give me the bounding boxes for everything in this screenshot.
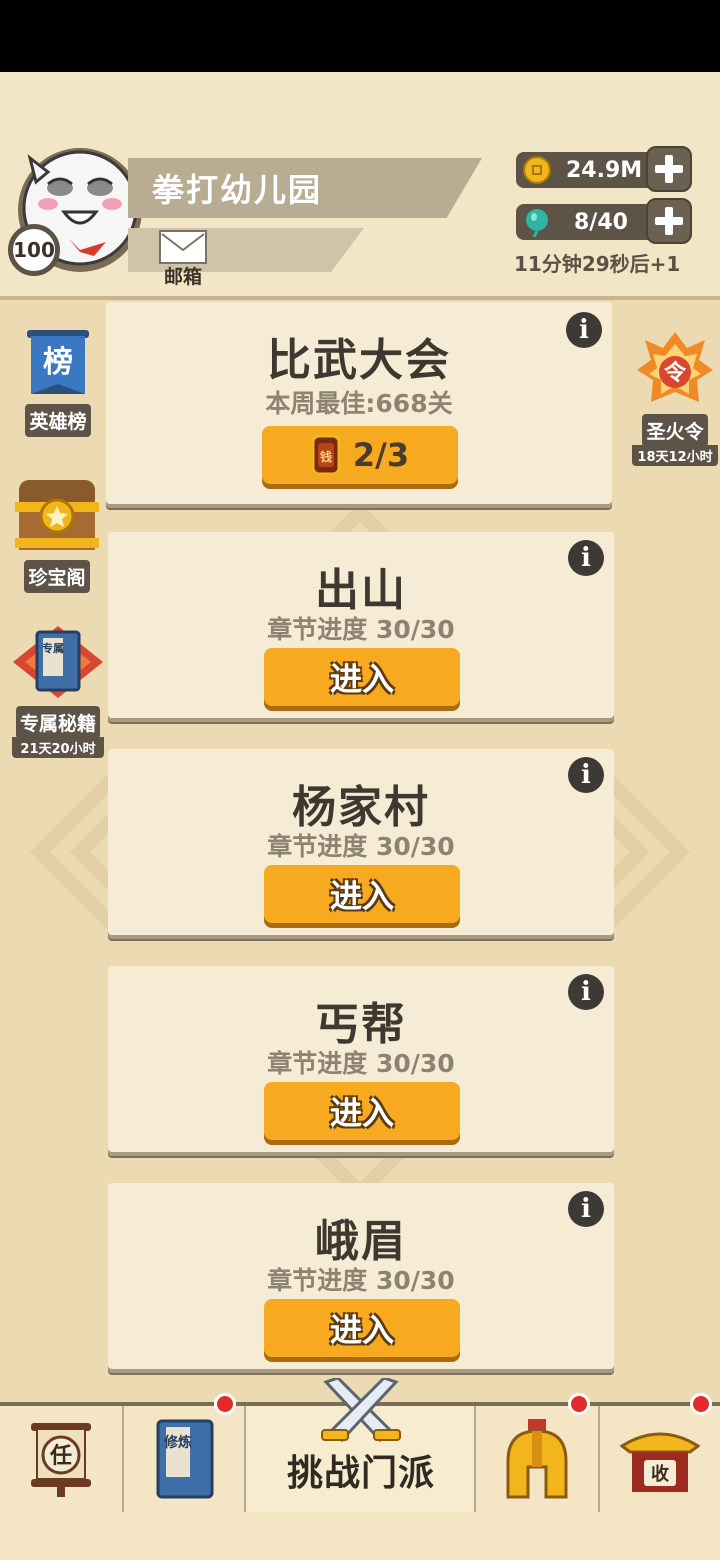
card-subtitle: 章节进度 30/30 — [267, 832, 455, 861]
coin-token-icon: 钱 — [311, 434, 341, 476]
coin-icon — [523, 156, 551, 184]
tournament-attempts-button[interactable]: 钱 2/3 — [262, 426, 458, 484]
stamina-value: 8/40 — [574, 209, 628, 235]
player-name-banner: 拳打幼儿园 — [128, 158, 482, 218]
card-subtitle: 章节进度 30/30 — [267, 615, 455, 644]
enter-button[interactable]: 进入 — [264, 865, 460, 923]
notification-badge — [690, 1393, 712, 1415]
info-button[interactable]: i — [568, 540, 604, 576]
mail-button[interactable]: 邮箱 — [156, 230, 210, 288]
ranking-glyph: 榜 — [43, 345, 73, 380]
player-level-badge: 100 — [8, 224, 60, 276]
plus-icon — [655, 155, 683, 183]
add-coins-button[interactable] — [646, 146, 692, 192]
card-title: 出山 — [315, 565, 407, 616]
card-subtitle: 章节进度 30/30 — [267, 1266, 455, 1295]
cultivate-glyph: 修炼 — [163, 1434, 192, 1451]
treasure-pavilion-label: 珍宝阁 — [24, 560, 90, 593]
task-scroll-icon: 任 — [31, 1423, 91, 1497]
token-glyph: 钱 — [320, 449, 332, 464]
notification-badge — [214, 1393, 236, 1415]
treasure-chest-icon — [15, 480, 99, 550]
hero-ranking-button[interactable]: 榜 英雄榜 — [14, 328, 102, 437]
crossed-swords-icon — [321, 1378, 401, 1443]
chapter-card: 丐帮 章节进度 30/30 i 进入 — [108, 966, 614, 1152]
game-screen: 100 拳打幼儿园 邮箱 24.9M 8/40 11分钟29秒后+1 榜 英雄榜… — [0, 72, 720, 1560]
collect-glyph: 收 — [651, 1463, 669, 1485]
nav-cultivate[interactable]: 修炼 — [124, 1406, 246, 1512]
nav-collect[interactable]: 收 — [600, 1406, 720, 1512]
holy-fire-order-button[interactable]: 令 圣火令 18天12小时 — [632, 330, 718, 466]
coins-display: 24.9M — [516, 152, 656, 188]
secret-book-icon: 专属 — [13, 626, 103, 698]
stamina-display: 8/40 — [516, 204, 656, 240]
holy-fire-order-label: 圣火令 — [642, 414, 708, 447]
holy-fire-order-icon: 令 — [637, 332, 713, 402]
treasure-pavilion-button[interactable]: 珍宝阁 — [12, 472, 102, 593]
bottom-safe-area — [0, 1512, 720, 1560]
mail-label: 邮箱 — [163, 266, 202, 288]
chapter-card: 出山 章节进度 30/30 i 进入 — [108, 532, 614, 718]
card-title: 杨家村 — [292, 782, 430, 833]
coins-value: 24.9M — [566, 157, 643, 183]
card-title: 丐帮 — [315, 999, 407, 1050]
exclusive-manual-label: 专属秘籍 — [15, 706, 100, 739]
card-subtitle: 本周最佳:668关 — [265, 389, 453, 418]
card-title: 峨眉 — [315, 1216, 407, 1267]
enter-button[interactable]: 进入 — [264, 1299, 460, 1357]
envelope-icon — [159, 230, 207, 264]
info-button[interactable]: i — [566, 312, 602, 348]
enter-button[interactable]: 进入 — [264, 1082, 460, 1140]
cultivate-book-icon: 修炼 — [156, 1419, 214, 1499]
task-glyph: 任 — [49, 1443, 72, 1469]
chapter-card: 峨眉 章节进度 30/30 i 进入 — [108, 1183, 614, 1369]
holy-fire-glyph: 令 — [664, 360, 687, 386]
info-button[interactable]: i — [568, 974, 604, 1010]
stamina-timer: 11分钟29秒后+1 — [514, 252, 681, 276]
card-subtitle: 章节进度 30/30 — [267, 1049, 455, 1078]
holy-fire-order-timer: 18天12小时 — [632, 445, 718, 466]
tournament-attempts: 2/3 — [352, 436, 410, 474]
tournament-card: 比武大会 本周最佳:668关 i 钱 2/3 — [106, 302, 612, 504]
nav-task[interactable]: 任 — [0, 1406, 124, 1512]
chapter-card: 杨家村 章节进度 30/30 i 进入 — [108, 749, 614, 935]
collect-house-icon: 收 — [620, 1432, 700, 1492]
exclusive-manual-button[interactable]: 专属 专属秘籍 21天20小时 — [12, 622, 104, 758]
exclusive-manual-timer: 21天20小时 — [12, 737, 104, 758]
add-stamina-button[interactable] — [646, 198, 692, 244]
helmet-icon — [506, 1419, 568, 1499]
info-button[interactable]: i — [568, 757, 604, 793]
player-name: 拳打幼儿园 — [152, 171, 323, 209]
ranking-scroll-icon: 榜 — [27, 330, 89, 394]
hero-ranking-label: 英雄榜 — [25, 404, 91, 437]
plus-icon — [655, 207, 683, 235]
nav-challenge-sect-label: 挑战门派 — [286, 1453, 435, 1494]
info-button[interactable]: i — [568, 1191, 604, 1227]
exclusive-book-glyph: 专属 — [42, 641, 64, 655]
enter-button[interactable]: 进入 — [264, 648, 460, 706]
stamina-gourd-icon — [526, 209, 548, 237]
notification-badge — [568, 1393, 590, 1415]
nav-equipment[interactable] — [476, 1406, 600, 1512]
player-header: 100 拳打幼儿园 邮箱 24.9M 8/40 11分钟29秒后+1 — [0, 72, 720, 300]
card-title: 比武大会 — [267, 335, 451, 386]
